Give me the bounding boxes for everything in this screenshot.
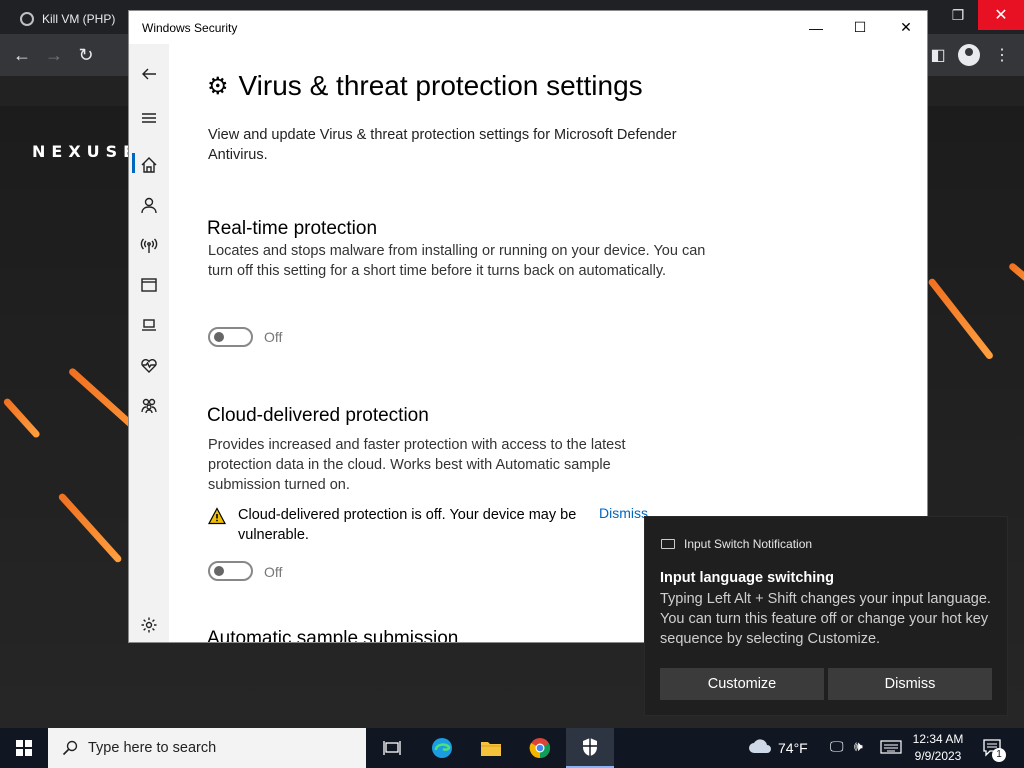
warning-icon [208,507,226,525]
edge-app-button[interactable] [418,728,466,768]
nav-settings[interactable] [129,610,169,640]
keyboard-icon [661,539,675,549]
close-button[interactable]: ✕ [883,11,927,44]
nav-app-browser-control[interactable] [129,270,169,300]
taskbar-search-box[interactable]: Type here to search [48,728,366,768]
section-heading: Real-time protection [207,218,378,239]
folder-icon [481,742,501,756]
globe-icon [20,12,34,26]
toggle-state-label: Off [264,329,283,345]
gear-icon [141,617,157,633]
nav-device-security[interactable] [129,310,169,340]
site-logo: NEXUSE [32,142,141,161]
nav-firewall[interactable] [129,230,169,260]
forward-arrow-icon[interactable]: → [42,44,66,66]
antenna-icon [140,238,158,253]
cloud-protection-toggle[interactable] [208,561,253,581]
realtime-protection-toggle[interactable] [208,327,253,347]
warning-message: Cloud-delivered protection is off. Your … [238,507,577,543]
toast-body: Typing Left Alt + Shift changes your inp… [660,591,991,647]
toast-app-name: Input Switch Notification [684,537,813,551]
network-icon[interactable]: 🖵 [830,738,844,755]
window-titlebar: Windows Security — ☐ ✕ [129,11,927,44]
nav-account-protection[interactable] [129,190,169,220]
toggle-state-label: Off [264,564,283,580]
profile-avatar[interactable] [958,44,980,66]
dismiss-warning-link[interactable]: Dismiss [599,505,648,521]
taskbar: Type here to search 74°F 🖵 🕪 12:34 AM 9/… [0,728,1024,768]
edge-icon [432,738,452,758]
task-view-icon [383,741,401,755]
weather-temperature[interactable]: 74°F [778,740,808,756]
toast-title: Input language switching [660,570,834,586]
notification-count-badge: 1 [992,748,1006,762]
clock-date[interactable]: 9/9/2023 [908,749,968,763]
home-icon [141,157,157,173]
nav-home[interactable] [129,150,169,180]
volume-icon[interactable]: 🕪 [854,738,863,755]
hamburger-icon [142,113,156,123]
navigation-sidebar [129,44,169,642]
customize-button[interactable]: Customize [660,668,824,700]
chrome-icon [529,738,551,759]
browser-tab-title: Kill VM (PHP) [42,12,116,26]
nav-family-options[interactable] [129,390,169,420]
laptop-icon [142,319,156,331]
page-title: ⚙ Virus & threat protection settings [207,70,643,102]
search-placeholder: Type here to search [88,740,217,756]
section-description: Locates and stops malware from installin… [208,243,706,279]
sidepanel-icon[interactable]: ◧ [926,44,950,66]
heart-pulse-icon [141,359,157,373]
section-description: Provides increased and faster protection… [208,437,626,493]
keyboard-icon[interactable] [880,740,902,757]
person-icon [141,197,157,214]
maximize-button[interactable]: ☐ [837,11,883,44]
windows-logo-icon [16,740,32,756]
browser-restore-button[interactable]: ❐ [940,0,976,30]
reload-icon[interactable]: ↻ [74,44,98,66]
back-arrow-icon [142,68,156,80]
toast-notification: Input Switch Notification Input language… [644,516,1008,716]
window-title: Windows Security [142,21,238,35]
back-arrow-icon[interactable]: ← [10,44,34,66]
page-intro: View and update Virus & threat protectio… [208,127,677,163]
family-icon [141,398,157,414]
start-button[interactable] [0,728,48,768]
browser-close-button[interactable]: ✕ [978,0,1024,30]
nav-device-health[interactable] [129,350,169,380]
cloud-weather-icon[interactable] [748,737,772,758]
chrome-menu-icon[interactable]: ⋮ [990,44,1014,66]
minimize-button[interactable]: — [793,11,839,44]
windows-security-app-button[interactable] [566,728,614,768]
chrome-app-button[interactable] [516,728,564,768]
file-explorer-button[interactable] [467,728,515,768]
browser-window-icon [141,278,157,292]
clock-time[interactable]: 12:34 AM [908,732,968,746]
section-heading: Cloud-delivered protection [207,405,429,426]
back-button[interactable] [129,59,169,89]
task-view-button[interactable] [368,728,416,768]
section-heading: Automatic sample submission [207,628,459,643]
shield-icon [583,738,597,756]
toast-header: Input Switch Notification [661,537,812,551]
page-title-text: Virus & threat protection settings [238,70,643,101]
gears-icon: ⚙ [207,72,229,100]
search-icon [62,740,78,756]
dismiss-button[interactable]: Dismiss [828,668,992,700]
menu-button[interactable] [129,103,169,133]
